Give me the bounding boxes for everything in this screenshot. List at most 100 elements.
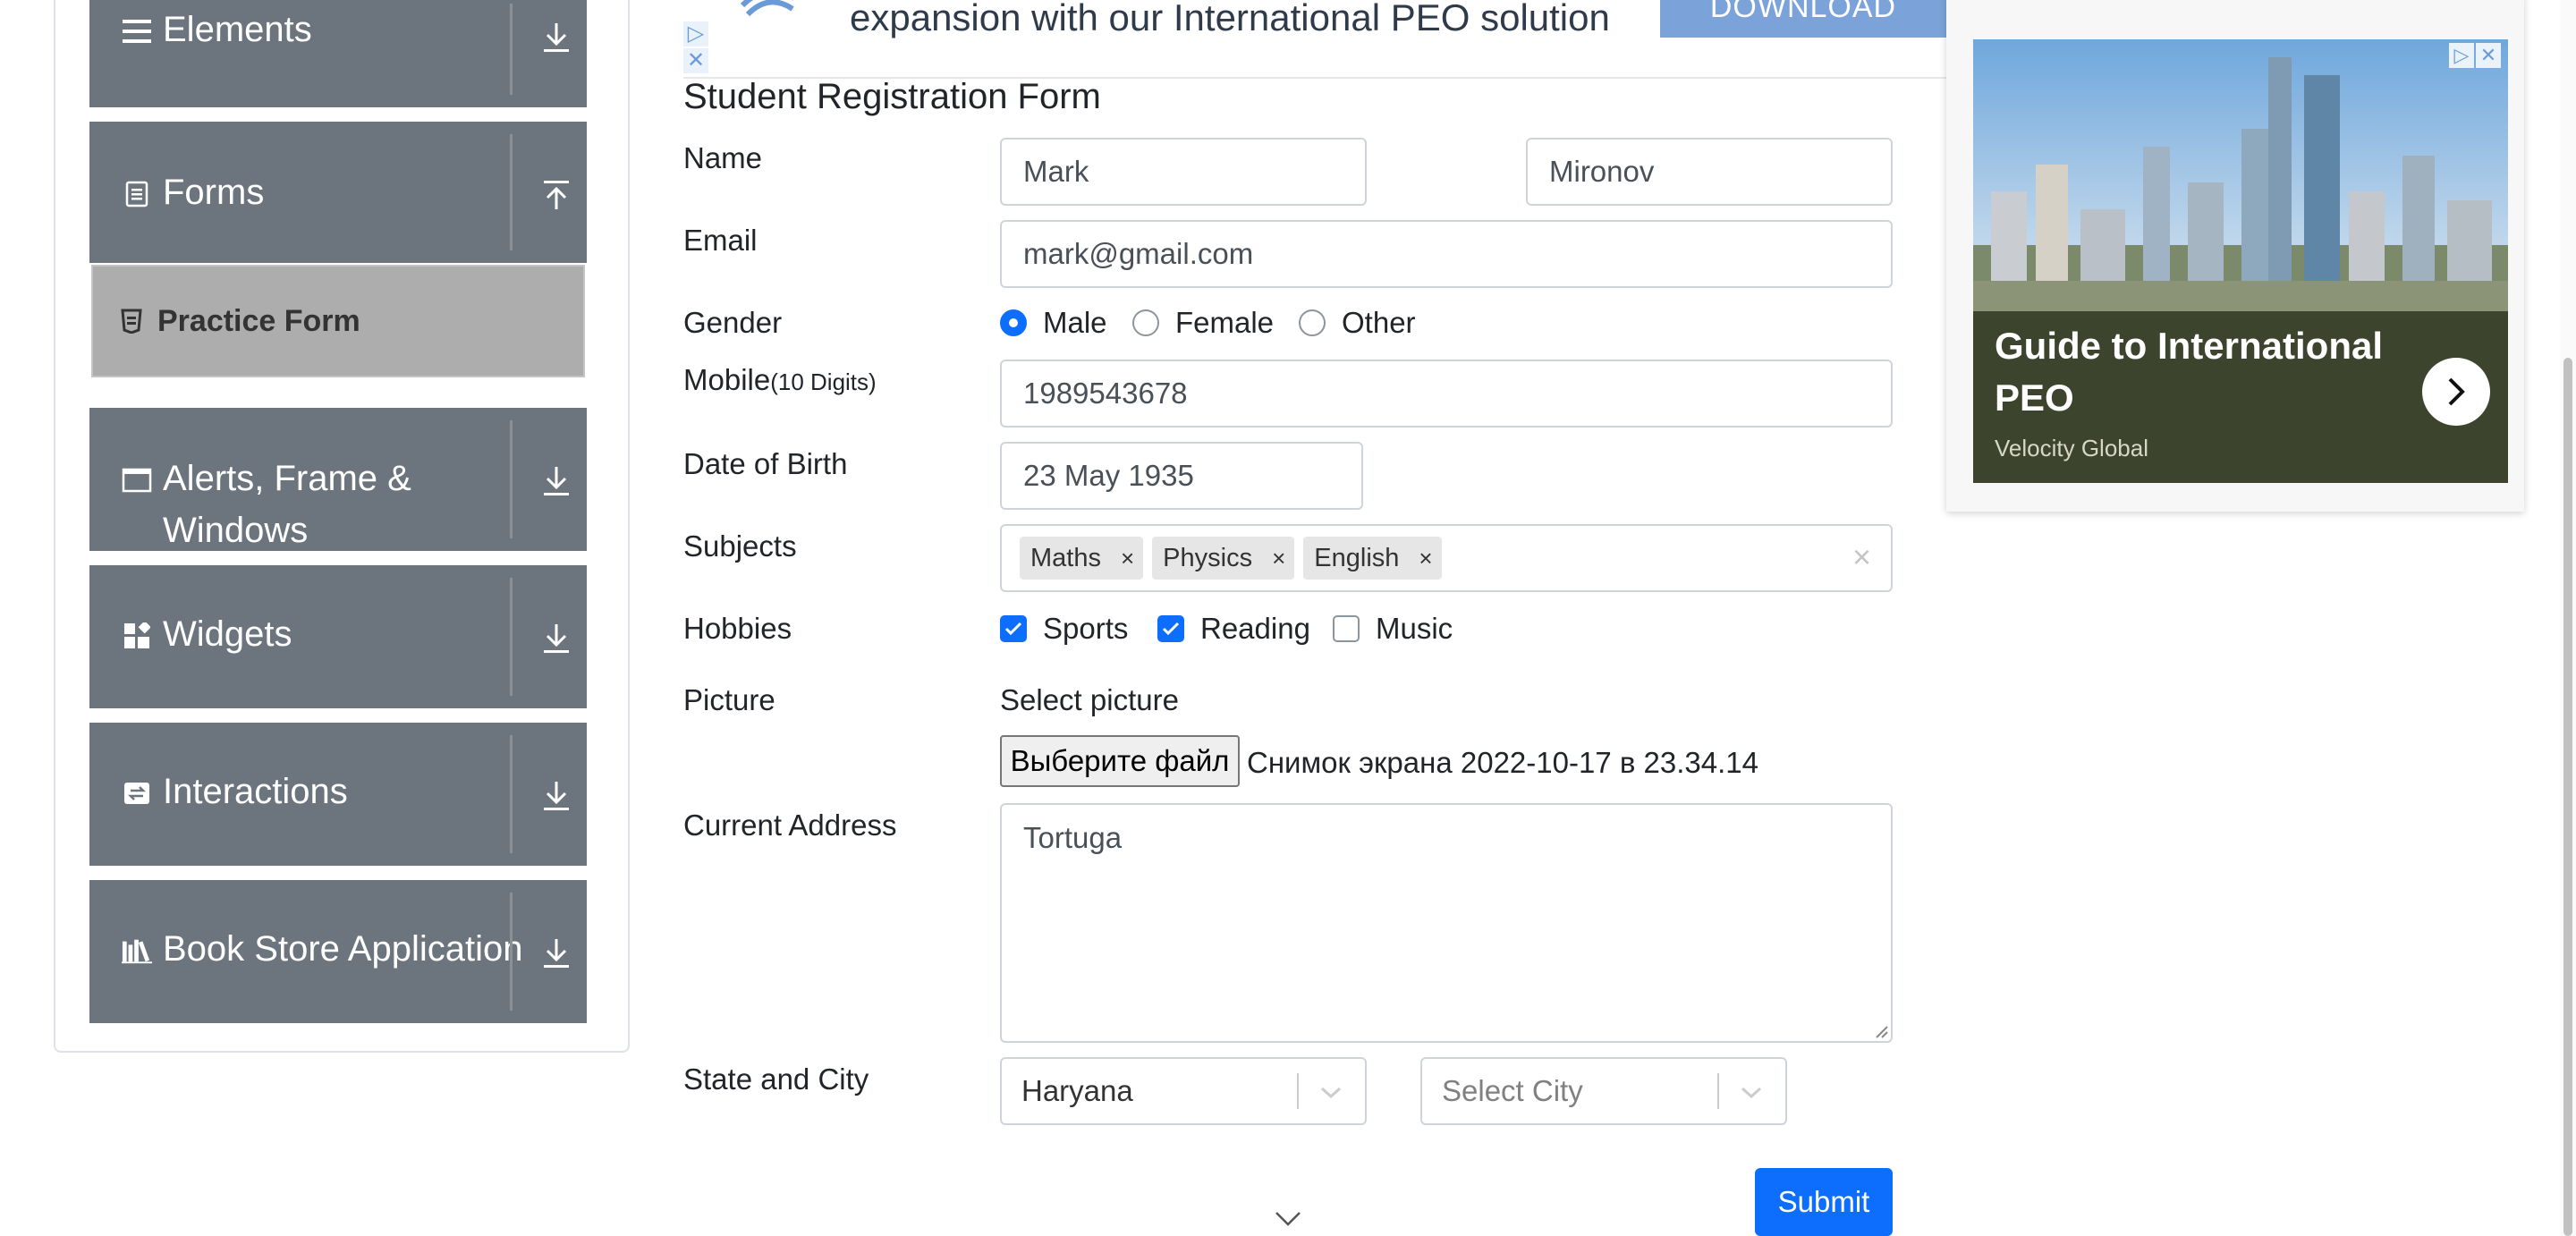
state-select[interactable]: Haryana xyxy=(1000,1057,1367,1125)
sidebar-group-forms[interactable]: Forms xyxy=(89,122,587,263)
chip-label: Physics xyxy=(1163,543,1253,572)
download-arrow-icon[interactable] xyxy=(537,934,576,973)
sidebar-group-interactions[interactable]: Interactions xyxy=(89,723,587,866)
download-arrow-icon[interactable] xyxy=(537,619,576,658)
subject-chip: Maths × xyxy=(1020,537,1144,580)
chip-remove-icon[interactable]: × xyxy=(1121,545,1134,572)
mobile-label: Mobile(10 Digits) xyxy=(683,363,877,397)
ad-close-icon[interactable]: ✕ xyxy=(2476,43,2501,68)
books-icon xyxy=(122,935,152,966)
radio-label: Male xyxy=(1043,306,1107,339)
ad-info-icon[interactable]: ▷ xyxy=(2449,43,2474,68)
gender-other-radio[interactable]: Other xyxy=(1299,306,1416,340)
sidebar-item-practice-form[interactable]: Practice Form xyxy=(91,265,585,377)
chip-label: English xyxy=(1314,543,1400,572)
form-icon xyxy=(122,179,152,209)
dob-label: Date of Birth xyxy=(683,447,848,480)
chevron-down-icon[interactable] xyxy=(1735,1077,1767,1109)
hobby-music-checkbox[interactable]: Music xyxy=(1333,612,1453,646)
sidebar-group-elements[interactable]: Elements xyxy=(89,0,587,107)
hobbies-label: Hobbies xyxy=(683,612,792,645)
select-picture-label: Select picture xyxy=(1000,683,1179,716)
radio-label: Female xyxy=(1175,306,1275,339)
choose-file-button[interactable]: Выберите файл xyxy=(1000,735,1240,787)
sidebar-group-label: Alerts, Frame & xyxy=(163,459,411,498)
ad-info-icon[interactable]: ▷ xyxy=(683,21,708,47)
checkbox-label: Sports xyxy=(1043,612,1129,645)
form-title: Student Registration Form xyxy=(683,77,1101,116)
checkbox-label: Music xyxy=(1376,612,1453,645)
side-ad[interactable]: ▷ ✕ Guide to International PEO Velocity … xyxy=(1946,0,2524,512)
sidebar-group-alerts-frame-windows[interactable]: Alerts, Frame & Windows xyxy=(89,408,587,551)
picture-label: Picture xyxy=(683,683,775,716)
chip-remove-icon[interactable]: × xyxy=(1419,545,1432,572)
chevron-down-icon[interactable] xyxy=(1315,1077,1347,1109)
sidebar-group-label: Book Store Application xyxy=(163,929,523,969)
submit-button[interactable]: Submit xyxy=(1755,1168,1893,1236)
download-arrow-icon[interactable] xyxy=(537,776,576,816)
mobile-hint: (10 Digits) xyxy=(770,368,877,395)
check-icon xyxy=(1162,622,1180,636)
ad-download-button[interactable]: DOWNLOAD xyxy=(1660,0,1946,38)
email-input[interactable]: mark@gmail.com xyxy=(1000,220,1893,288)
chip-label: Maths xyxy=(1030,543,1101,572)
first-name-input[interactable]: Mark xyxy=(1000,138,1367,206)
mobile-input[interactable]: 1989543678 xyxy=(1000,360,1893,428)
name-label: Name xyxy=(683,141,763,174)
sidebar-item-label: Practice Form xyxy=(157,303,360,338)
chevron-right-icon[interactable] xyxy=(2422,358,2490,426)
gender-female-radio[interactable]: Female xyxy=(1132,306,1274,340)
ad-logo-icon xyxy=(740,0,794,17)
window-icon xyxy=(122,465,152,495)
gender-male-radio[interactable]: Male xyxy=(1000,306,1107,340)
sidebar-group-widgets[interactable]: Widgets xyxy=(89,565,587,708)
checkbox-unchecked[interactable] xyxy=(1333,615,1360,642)
checkbox-label: Reading xyxy=(1200,612,1310,645)
scroll-down-chevron-icon[interactable] xyxy=(1274,1209,1302,1229)
city-select[interactable]: Select City xyxy=(1420,1057,1787,1125)
list-icon xyxy=(122,16,152,47)
radio-label: Other xyxy=(1342,306,1416,339)
email-label: Email xyxy=(683,224,758,257)
current-address-label: Current Address xyxy=(683,808,897,842)
upload-arrow-icon[interactable] xyxy=(537,175,576,215)
ad-headline: Guide to International PEO xyxy=(1995,325,2384,419)
date-of-birth-input[interactable]: 23 May 1935 xyxy=(1000,442,1363,510)
sidebar-group-label: Forms xyxy=(163,173,265,212)
sidebar-group-label-line2: Windows xyxy=(163,511,309,550)
current-address-textarea[interactable]: Tortuga xyxy=(1000,803,1893,1043)
download-arrow-icon[interactable] xyxy=(537,461,576,501)
top-banner-ad[interactable]: ▷ ✕ expansion with our International PEO… xyxy=(683,0,1948,79)
subjects-input[interactable]: Maths × Physics × English × × xyxy=(1000,524,1893,592)
download-arrow-icon[interactable] xyxy=(537,18,576,57)
city-placeholder: Select City xyxy=(1442,1074,1583,1107)
ad-brand: Velocity Global xyxy=(1995,435,2148,461)
chip-remove-icon[interactable]: × xyxy=(1272,545,1285,572)
radio-selected[interactable] xyxy=(1000,309,1027,336)
ad-choices[interactable]: ▷ ✕ xyxy=(683,21,710,75)
resize-handle-icon[interactable] xyxy=(1875,1025,1889,1039)
checkbox-checked[interactable] xyxy=(1157,615,1184,642)
sidebar-group-book-store[interactable]: Book Store Application xyxy=(89,880,587,1023)
clear-all-icon[interactable]: × xyxy=(1852,538,1871,576)
gender-label: Gender xyxy=(683,306,783,339)
subject-chip: Physics × xyxy=(1152,537,1295,580)
ad-text: expansion with our International PEO sol… xyxy=(850,0,1610,38)
ad-choices[interactable]: ▷ ✕ xyxy=(2447,43,2501,68)
state-value: Haryana xyxy=(1021,1074,1133,1107)
hobby-reading-checkbox[interactable]: Reading xyxy=(1157,612,1310,646)
hobby-sports-checkbox[interactable]: Sports xyxy=(1000,612,1128,646)
scrollbar-thumb[interactable] xyxy=(2563,358,2572,1236)
sidebar-group-label: Widgets xyxy=(163,614,292,654)
interactions-icon xyxy=(122,778,152,808)
ad-close-icon[interactable]: ✕ xyxy=(683,48,708,73)
last-name-input[interactable]: Mironov xyxy=(1526,138,1893,206)
file-name-text: Снимок экрана 2022-10-17 в 23.34.14 xyxy=(1247,746,1758,779)
checkbox-checked[interactable] xyxy=(1000,615,1027,642)
sidebar-group-label: Interactions xyxy=(163,772,348,811)
sidebar-group-label: Elements xyxy=(163,10,312,49)
ad-caption[interactable]: Guide to International PEO Velocity Glob… xyxy=(1973,311,2508,483)
radio-unselected[interactable] xyxy=(1299,309,1326,336)
state-city-label: State and City xyxy=(683,1062,869,1096)
radio-unselected[interactable] xyxy=(1132,309,1159,336)
